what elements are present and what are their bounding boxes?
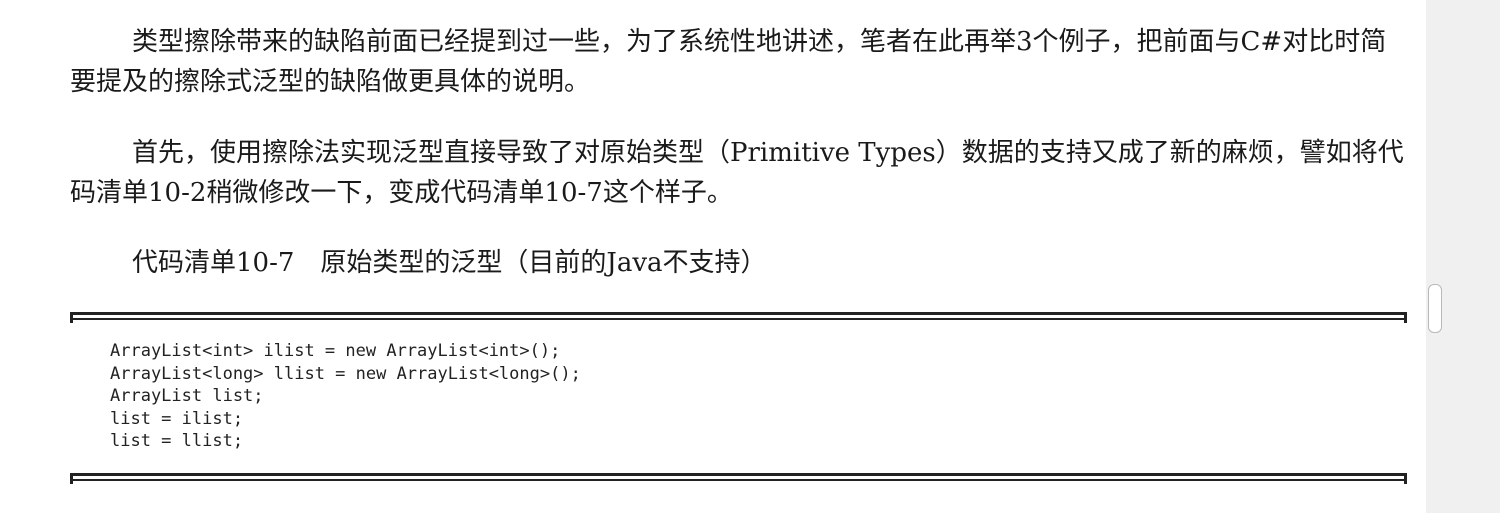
vertical-scrollbar-thumb[interactable] bbox=[1428, 284, 1442, 333]
code-block-top-rule bbox=[70, 312, 1407, 323]
code-block-bottom-rule bbox=[70, 473, 1407, 484]
code-line: ArrayList<long> llist = new ArrayList<lo… bbox=[110, 363, 581, 384]
listing-caption: 代码清单10-7 原始类型的泛型（目前的Java不支持） bbox=[132, 248, 767, 278]
code-line: list = ilist; bbox=[110, 408, 244, 429]
vertical-scrollbar-track[interactable] bbox=[1426, 0, 1500, 513]
code-line: ArrayList<int> ilist = new ArrayList<int… bbox=[110, 341, 561, 361]
paragraph-type-erasure-intro: 类型擦除带来的缺陷前面已经提到过一些，为了系统性地讲述，笔者在此再举3个例子，把… bbox=[70, 27, 1387, 97]
code-line: list = llist; bbox=[110, 431, 244, 451]
document-page: 类型擦除带来的缺陷前面已经提到过一些，为了系统性地讲述，笔者在此再举3个例子，把… bbox=[0, 0, 1500, 513]
code-listing: ArrayList<int> ilist = new ArrayList<int… bbox=[110, 340, 581, 453]
paragraph-primitive-types: 首先，使用擦除法实现泛型直接导致了对原始类型（Primitive Types）数… bbox=[70, 138, 1404, 208]
code-line: ArrayList list; bbox=[110, 386, 264, 406]
